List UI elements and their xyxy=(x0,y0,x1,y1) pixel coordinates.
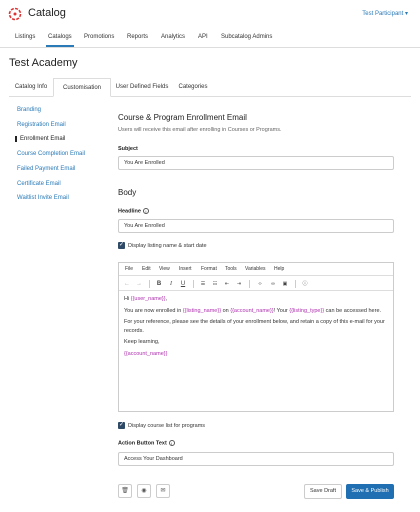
side-item-failed-payment-email[interactable]: Failed Payment Email xyxy=(17,166,75,172)
editor-toolbar: ← → B I U ☰ ☷ ⇤ ⇥ ‹› ∞ ▣ ⓘ xyxy=(119,277,393,291)
side-item-course-completion-email[interactable]: Course Completion Email xyxy=(17,151,85,157)
listing-type-variable: {{listing_type}} xyxy=(289,307,325,314)
user-name-variable: {{user_name}} xyxy=(130,296,166,302)
undo-icon[interactable]: ← xyxy=(123,279,131,289)
nav-listings[interactable]: Listings xyxy=(15,34,35,40)
subject-label: Subject xyxy=(118,146,138,152)
tab-categories[interactable]: Categories xyxy=(173,78,213,97)
subject-input[interactable]: You Are Enrolled xyxy=(118,156,394,170)
body-heading: Body xyxy=(118,188,137,197)
greeting-line: Hi {{user_name}}, xyxy=(124,295,388,304)
display-courses-checkbox[interactable]: ✓ xyxy=(118,422,125,429)
tab-catalog-info[interactable]: Catalog Info xyxy=(9,78,53,97)
headline-label: Headline i xyxy=(118,208,149,214)
image-icon[interactable]: ▣ xyxy=(281,279,289,289)
email-body-editor: File Edit View Insert Format Tools Varia… xyxy=(118,262,394,412)
menu-file[interactable]: File xyxy=(125,266,133,272)
display-courses-label: Display course list for programs xyxy=(128,423,206,429)
tab-user-defined-fields[interactable]: User Defined Fields xyxy=(111,78,173,97)
nav-active-indicator xyxy=(46,45,74,47)
greeting-suffix: , xyxy=(165,296,168,302)
underline-icon[interactable]: U xyxy=(179,279,187,289)
nav-api[interactable]: API xyxy=(198,34,208,40)
nav-catalogs[interactable]: Catalogs xyxy=(48,34,72,40)
enrollment-text-b: on xyxy=(221,307,231,314)
save-publish-button[interactable]: Save & Publish xyxy=(346,484,394,499)
numbered-list-icon[interactable]: ☷ xyxy=(211,279,219,289)
page-title: Test Academy xyxy=(9,57,78,69)
action-button-input[interactable]: Access Your Dashboard xyxy=(118,452,394,466)
enrollment-text-c: ! Your xyxy=(273,307,290,314)
headline-label-text: Headline xyxy=(118,208,141,215)
enrollment-text-a: You are now enrolled in xyxy=(124,307,183,314)
delete-icon[interactable]: 🗑 xyxy=(118,484,132,498)
italic-icon[interactable]: I xyxy=(167,279,175,289)
action-button-label-text: Action Button Text xyxy=(118,440,167,447)
side-item-registration-email[interactable]: Registration Email xyxy=(17,122,66,128)
section-heading: Course & Program Enrollment Email xyxy=(118,113,247,122)
enrollment-text-d: can be accessed here. xyxy=(324,307,382,314)
toolbar-divider xyxy=(193,280,194,288)
main-nav: Listings Catalogs Promotions Reports Ana… xyxy=(0,28,420,48)
menu-help[interactable]: Help xyxy=(274,266,284,272)
indent-icon[interactable]: ⇥ xyxy=(235,279,243,289)
menu-tools[interactable]: Tools xyxy=(225,266,237,272)
user-menu[interactable]: Test Participant ▾ xyxy=(362,10,408,17)
menu-format[interactable]: Format xyxy=(201,266,217,272)
side-item-branding[interactable]: Branding xyxy=(17,107,41,113)
side-item-waitlist-invite-email[interactable]: Waitlist Invite Email xyxy=(17,195,69,201)
footer-actions: 🗑 ◉ ✉ Save Draft Save & Publish xyxy=(118,484,394,500)
bold-icon[interactable]: B xyxy=(155,279,163,289)
reference-line: For your reference, please see the detai… xyxy=(124,319,385,334)
outdent-icon[interactable]: ⇤ xyxy=(223,279,231,289)
nav-analytics[interactable]: Analytics xyxy=(161,34,185,40)
closing-line: Keep learning, xyxy=(124,339,160,345)
catalog-logo-icon xyxy=(8,7,22,21)
menu-insert[interactable]: Insert xyxy=(179,266,192,272)
save-draft-button[interactable]: Save Draft xyxy=(304,484,342,499)
listing-name-variable: {{listing_name}} xyxy=(182,307,222,314)
nav-subcatalog-admins[interactable]: Subcatalog Admins xyxy=(221,34,272,40)
nav-reports[interactable]: Reports xyxy=(127,34,148,40)
menu-view[interactable]: View xyxy=(159,266,170,272)
side-item-enrollment-email[interactable]: Enrollment Email xyxy=(15,136,65,142)
info-icon[interactable]: i xyxy=(142,208,149,214)
app-title: Catalog xyxy=(28,7,66,19)
display-listing-checkbox[interactable]: ✓ xyxy=(118,242,125,249)
redo-icon[interactable]: → xyxy=(135,279,143,289)
toolbar-divider xyxy=(149,280,150,288)
account-name-variable: {{account_name}} xyxy=(230,307,274,314)
help-icon[interactable]: ⓘ xyxy=(301,279,309,289)
code-icon[interactable]: ‹› xyxy=(255,279,265,289)
info-icon[interactable]: i xyxy=(168,440,175,446)
menu-variables[interactable]: Variables xyxy=(245,266,265,272)
signature-variable: {{account_name}} xyxy=(124,350,168,357)
tab-customisation[interactable]: Customisation xyxy=(53,78,111,97)
toolbar-divider xyxy=(249,280,250,288)
sub-tabs: Catalog Info Customisation User Defined … xyxy=(9,78,411,97)
preview-eye-icon[interactable]: ◉ xyxy=(137,484,151,498)
bullet-list-icon[interactable]: ☰ xyxy=(199,279,207,289)
action-button-label: Action Button Text i xyxy=(118,440,175,446)
side-item-certificate-email[interactable]: Certificate Email xyxy=(17,181,61,187)
link-icon[interactable]: ∞ xyxy=(269,279,277,289)
toolbar-divider xyxy=(295,280,296,288)
section-description: Users will receive this email after enro… xyxy=(118,127,282,133)
editor-body[interactable]: Hi {{user_name}}, You are now enrolled i… xyxy=(124,295,388,361)
enrollment-line: You are now enrolled in {{listing_name}}… xyxy=(124,307,388,316)
editor-menubar: File Edit View Insert Format Tools Varia… xyxy=(119,263,393,276)
headline-input[interactable]: You Are Enrolled xyxy=(118,219,394,233)
menu-edit[interactable]: Edit xyxy=(142,266,151,272)
nav-promotions[interactable]: Promotions xyxy=(84,34,114,40)
greeting-prefix: Hi xyxy=(124,296,131,302)
email-envelope-icon[interactable]: ✉ xyxy=(156,484,170,498)
top-bar: Catalog Test Participant ▾ xyxy=(0,0,420,28)
display-listing-label: Display listing name & start date xyxy=(128,243,207,249)
